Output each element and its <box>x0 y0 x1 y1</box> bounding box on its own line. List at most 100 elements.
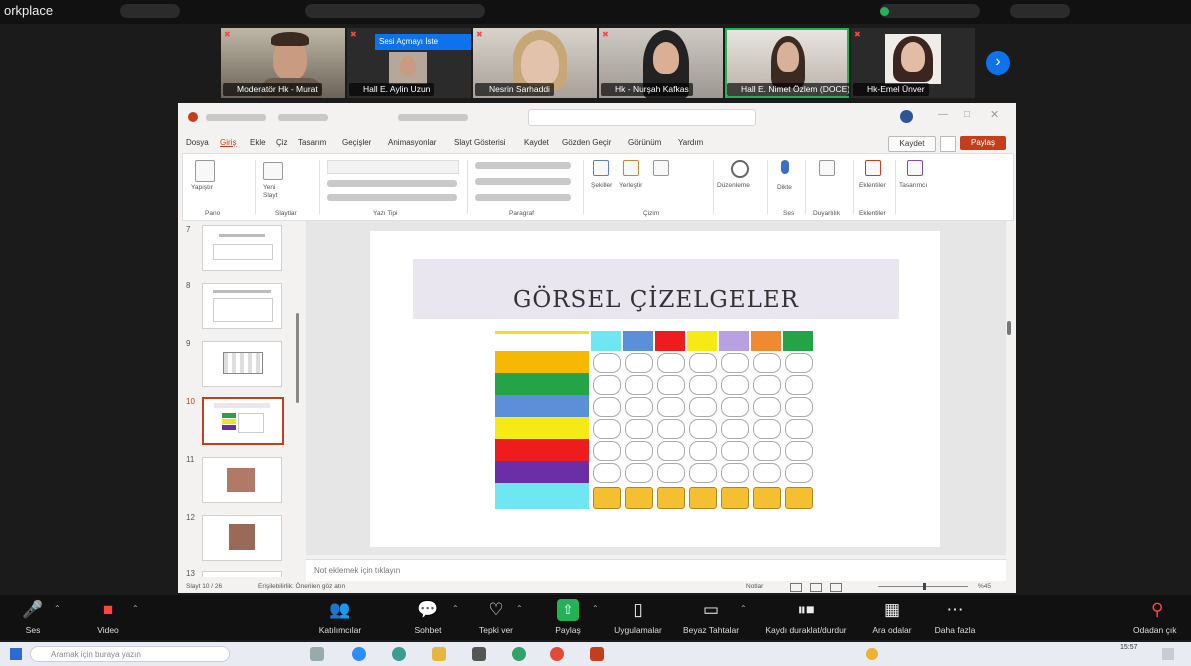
whatsapp-icon[interactable] <box>512 647 526 661</box>
menu-yardim[interactable]: Yardım <box>678 138 703 147</box>
video-button[interactable]: ■ Video <box>88 599 128 635</box>
slide-thumbnail[interactable] <box>202 283 282 329</box>
new-slide-icon[interactable] <box>263 162 283 180</box>
normal-view-icon[interactable] <box>790 583 802 592</box>
arrange-label[interactable]: Yerleştir <box>619 182 642 189</box>
meeting-info-pill[interactable] <box>305 4 485 18</box>
add-ins-label[interactable]: Eklentiler <box>859 182 886 189</box>
quick-styles-icon[interactable] <box>653 160 669 176</box>
notes-toggle[interactable]: Notlar <box>746 583 763 590</box>
arrange-icon[interactable] <box>623 160 639 176</box>
shapes-icon[interactable] <box>593 160 609 176</box>
weather-icon[interactable] <box>866 648 878 660</box>
chat-button[interactable]: 💬 Sohbet <box>406 599 450 635</box>
chevron-up-icon[interactable]: ⌃ <box>592 604 599 613</box>
save-button[interactable]: Kaydet <box>888 136 936 152</box>
menu-dosya[interactable]: Dosya <box>186 138 209 147</box>
task-view-icon[interactable] <box>310 647 324 661</box>
reading-view-icon[interactable] <box>830 583 842 592</box>
participant-tile[interactable]: Sesi Açmayı İste ✖ Hall E. Aylin Uzun <box>347 28 471 98</box>
designer-label[interactable]: Tasarımcı <box>899 182 927 189</box>
chevron-up-icon[interactable]: ⌃ <box>132 604 139 613</box>
microphone-icon[interactable] <box>781 160 789 174</box>
current-slide[interactable]: GÖRSEL ÇİZELGELER <box>370 231 940 547</box>
paste-button-label[interactable]: Yapıştır <box>191 184 213 191</box>
accessibility-status[interactable]: Erişilebilirlik: Önerilen göz atın <box>258 583 345 590</box>
powerpoint-taskbar-icon[interactable] <box>590 647 604 661</box>
view-pill[interactable] <box>1010 4 1070 18</box>
designer-icon[interactable] <box>907 160 923 176</box>
sensitivity-icon[interactable] <box>819 160 835 176</box>
menu-slayt-gosterisi[interactable]: Slayt Gösterisi <box>454 138 506 147</box>
slide-sorter-icon[interactable] <box>810 583 822 592</box>
paste-icon[interactable] <box>195 160 215 182</box>
menu-tasarim[interactable]: Tasarım <box>298 138 326 147</box>
search-box[interactable] <box>528 109 756 126</box>
chevron-up-icon[interactable]: ⌃ <box>740 604 747 613</box>
add-ins-icon[interactable] <box>865 160 881 176</box>
ask-to-unmute-banner[interactable]: Sesi Açmayı İste <box>375 34 471 50</box>
menu-animasyonlar[interactable]: Animasyonlar <box>388 138 436 147</box>
reactions-button[interactable]: ♡ Tepki ver <box>472 599 520 635</box>
editing-label[interactable]: Düzenleme <box>717 182 750 189</box>
file-explorer-icon[interactable] <box>432 647 446 661</box>
chevron-up-icon[interactable]: ⌃ <box>452 604 459 613</box>
avatar[interactable] <box>900 110 913 123</box>
whiteboards-button[interactable]: ▭ Beyaz Tahtalar <box>676 599 746 635</box>
slide-thumbnail-selected[interactable] <box>202 397 284 445</box>
slide-thumbnail[interactable] <box>202 341 282 387</box>
maximize-icon[interactable]: □ <box>964 109 970 120</box>
menu-ciz[interactable]: Çiz <box>276 138 288 147</box>
leave-room-button[interactable]: ⚲ Odadan çık <box>1133 599 1191 635</box>
audio-button[interactable]: 🎤 Ses <box>16 599 50 635</box>
shapes-label[interactable]: Şekiller <box>591 182 612 189</box>
participant-tile[interactable]: ✖ Hk-Emel Ünver <box>851 28 975 98</box>
taskbar-search-input[interactable]: Aramak için buraya yazın <box>30 646 230 662</box>
participants-button[interactable]: 👥 Katılımcılar <box>310 599 370 635</box>
recording-controls-button[interactable]: ⏸⏹ Kaydı duraklat/durdur <box>754 599 858 635</box>
menu-gorunum[interactable]: Görünüm <box>628 138 661 147</box>
chevron-up-icon[interactable]: ⌃ <box>516 604 523 613</box>
menu-giris[interactable]: Giriş <box>220 138 236 147</box>
zoom-app-icon[interactable] <box>352 647 366 661</box>
slide-vertical-scrollbar[interactable] <box>1005 221 1013 555</box>
menu-gecisler[interactable]: Geçişler <box>342 138 371 147</box>
zoom-slider-thumb[interactable] <box>923 583 926 590</box>
menu-kaydet[interactable]: Kaydet <box>524 138 549 147</box>
new-slide-label[interactable]: Yeni Slayt <box>263 184 289 200</box>
participant-tile[interactable]: ✖ Hk - Nurşah Kafkas <box>599 28 723 98</box>
next-page-arrow-icon[interactable]: › <box>986 51 1010 75</box>
slide-thumbnail[interactable] <box>202 457 282 503</box>
search-icon[interactable] <box>731 160 749 178</box>
apps-button[interactable]: ▯ Uygulamalar <box>608 599 668 635</box>
close-icon[interactable]: ✕ <box>990 108 999 121</box>
zoom-level[interactable]: %45 <box>978 583 991 590</box>
notifications-icon[interactable] <box>1162 648 1174 660</box>
start-icon[interactable] <box>10 648 22 660</box>
minimize-icon[interactable]: — <box>938 109 948 120</box>
notes-pane[interactable]: Not eklemek için tıklayın <box>306 559 1006 582</box>
dictate-label[interactable]: Dikte <box>777 184 792 191</box>
participant-tile[interactable]: ✖ Nesrin Sarhaddi <box>473 28 597 98</box>
slide-thumbnail[interactable] <box>202 515 282 561</box>
share-screen-button[interactable]: ⇧ Paylaş <box>548 599 588 635</box>
chevron-up-icon[interactable]: ⌃ <box>54 604 61 613</box>
thumbnail-scrollbar[interactable] <box>296 313 299 403</box>
share-button[interactable]: Paylaş <box>960 136 1006 150</box>
font-name-select[interactable] <box>327 160 459 174</box>
menu-gozden-gecir[interactable]: Gözden Geçir <box>562 138 611 147</box>
breakout-rooms-button[interactable]: ▦ Ara odalar <box>864 599 920 635</box>
edge-icon[interactable] <box>392 647 406 661</box>
participant-tile[interactable]: ✖ Moderatör Hk - Murat <box>221 28 345 98</box>
more-button[interactable]: ⋯ Daha fazla <box>926 599 984 635</box>
slide-thumbnail[interactable] <box>202 571 282 577</box>
security-pill[interactable] <box>880 4 980 18</box>
participants-view-pill[interactable] <box>120 4 180 18</box>
slide-thumbnail[interactable] <box>202 225 282 271</box>
menu-ekle[interactable]: Ekle <box>250 138 266 147</box>
store-icon[interactable] <box>472 647 486 661</box>
comment-icon[interactable] <box>940 136 956 152</box>
chrome-icon[interactable] <box>550 647 564 661</box>
taskbar-clock[interactable]: 15:57 <box>1120 644 1138 651</box>
participant-tile-active-speaker[interactable]: Hall E. Nimet Özlem (DOCE) <box>725 28 849 98</box>
